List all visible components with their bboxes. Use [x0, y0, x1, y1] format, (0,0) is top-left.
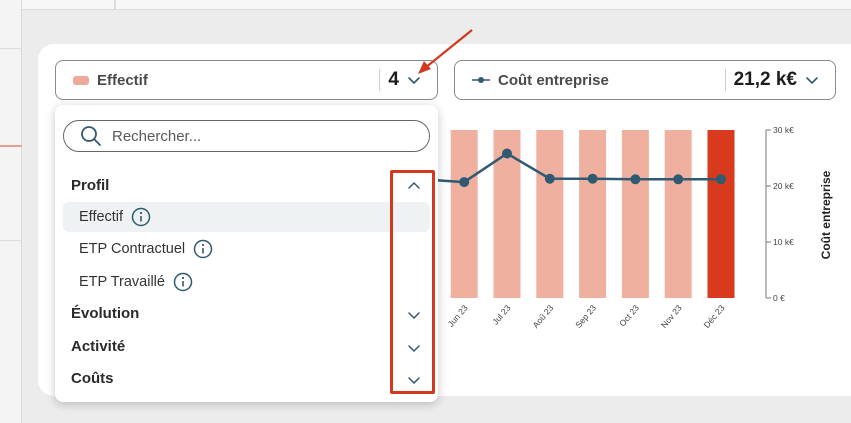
y2-tick-label: 0 € [773, 293, 785, 303]
x-tick-label: Déc 23 [702, 303, 727, 330]
group-label: Activité [71, 338, 126, 355]
y2-tick-label: 20 k€ [773, 181, 794, 191]
cost-point [587, 173, 598, 184]
group-evolution[interactable]: Évolution [71, 305, 139, 322]
menu-item-etp-travaille[interactable]: ETP Travaillé [63, 267, 430, 297]
group-label: Coûts [71, 370, 114, 387]
chart-bar [707, 130, 735, 298]
menu-item-label: ETP Contractuel [79, 241, 186, 257]
x-tick-label: Jul 23 [490, 303, 512, 327]
chart-bar [536, 130, 564, 298]
cost-point [502, 148, 512, 159]
cost-point [544, 173, 555, 184]
annotation-highlight-box [390, 170, 435, 394]
search-icon [81, 126, 101, 146]
search-input[interactable] [112, 127, 392, 145]
group-couts[interactable]: Coûts [71, 370, 114, 387]
cost-point [673, 174, 684, 185]
x-tick-label: Jun 23 [446, 303, 470, 329]
group-activite[interactable]: Activité [71, 338, 125, 355]
info-icon[interactable] [131, 207, 151, 227]
x-tick-label: Oct 23 [617, 303, 641, 329]
chart-bar [664, 130, 692, 298]
chart-bar [450, 130, 478, 298]
group-label: Évolution [71, 305, 140, 322]
menu-item-label: ETP Travaillé [79, 274, 165, 290]
x-tick-label: Sep 23 [573, 303, 598, 330]
cost-point [716, 174, 726, 185]
search-box[interactable] [63, 120, 430, 152]
group-label: Profil [71, 177, 110, 194]
menu-item-label: Effectif [79, 209, 124, 225]
cost-point [459, 177, 470, 188]
x-tick-label: Nov 23 [659, 303, 684, 330]
y2-tick-label: 10 k€ [773, 237, 794, 247]
cost-point [630, 174, 641, 185]
chart-bar [621, 130, 649, 298]
info-icon[interactable] [173, 272, 193, 292]
info-icon[interactable] [193, 239, 213, 259]
y2-axis-label: Coût entreprise [819, 170, 833, 259]
x-tick-label: Aoû 23 [530, 303, 555, 330]
menu-item-etp-contractuel[interactable]: ETP Contractuel [63, 234, 430, 264]
y2-tick-label: 30 k€ [773, 125, 794, 135]
group-profil[interactable]: Profil [71, 177, 109, 194]
menu-item-effectif[interactable]: Effectif [63, 202, 430, 232]
indicator-dropdown-panel: Profil Effectif ETP Contractuel ETP Trav… [55, 105, 438, 402]
chart-bar [579, 130, 607, 298]
